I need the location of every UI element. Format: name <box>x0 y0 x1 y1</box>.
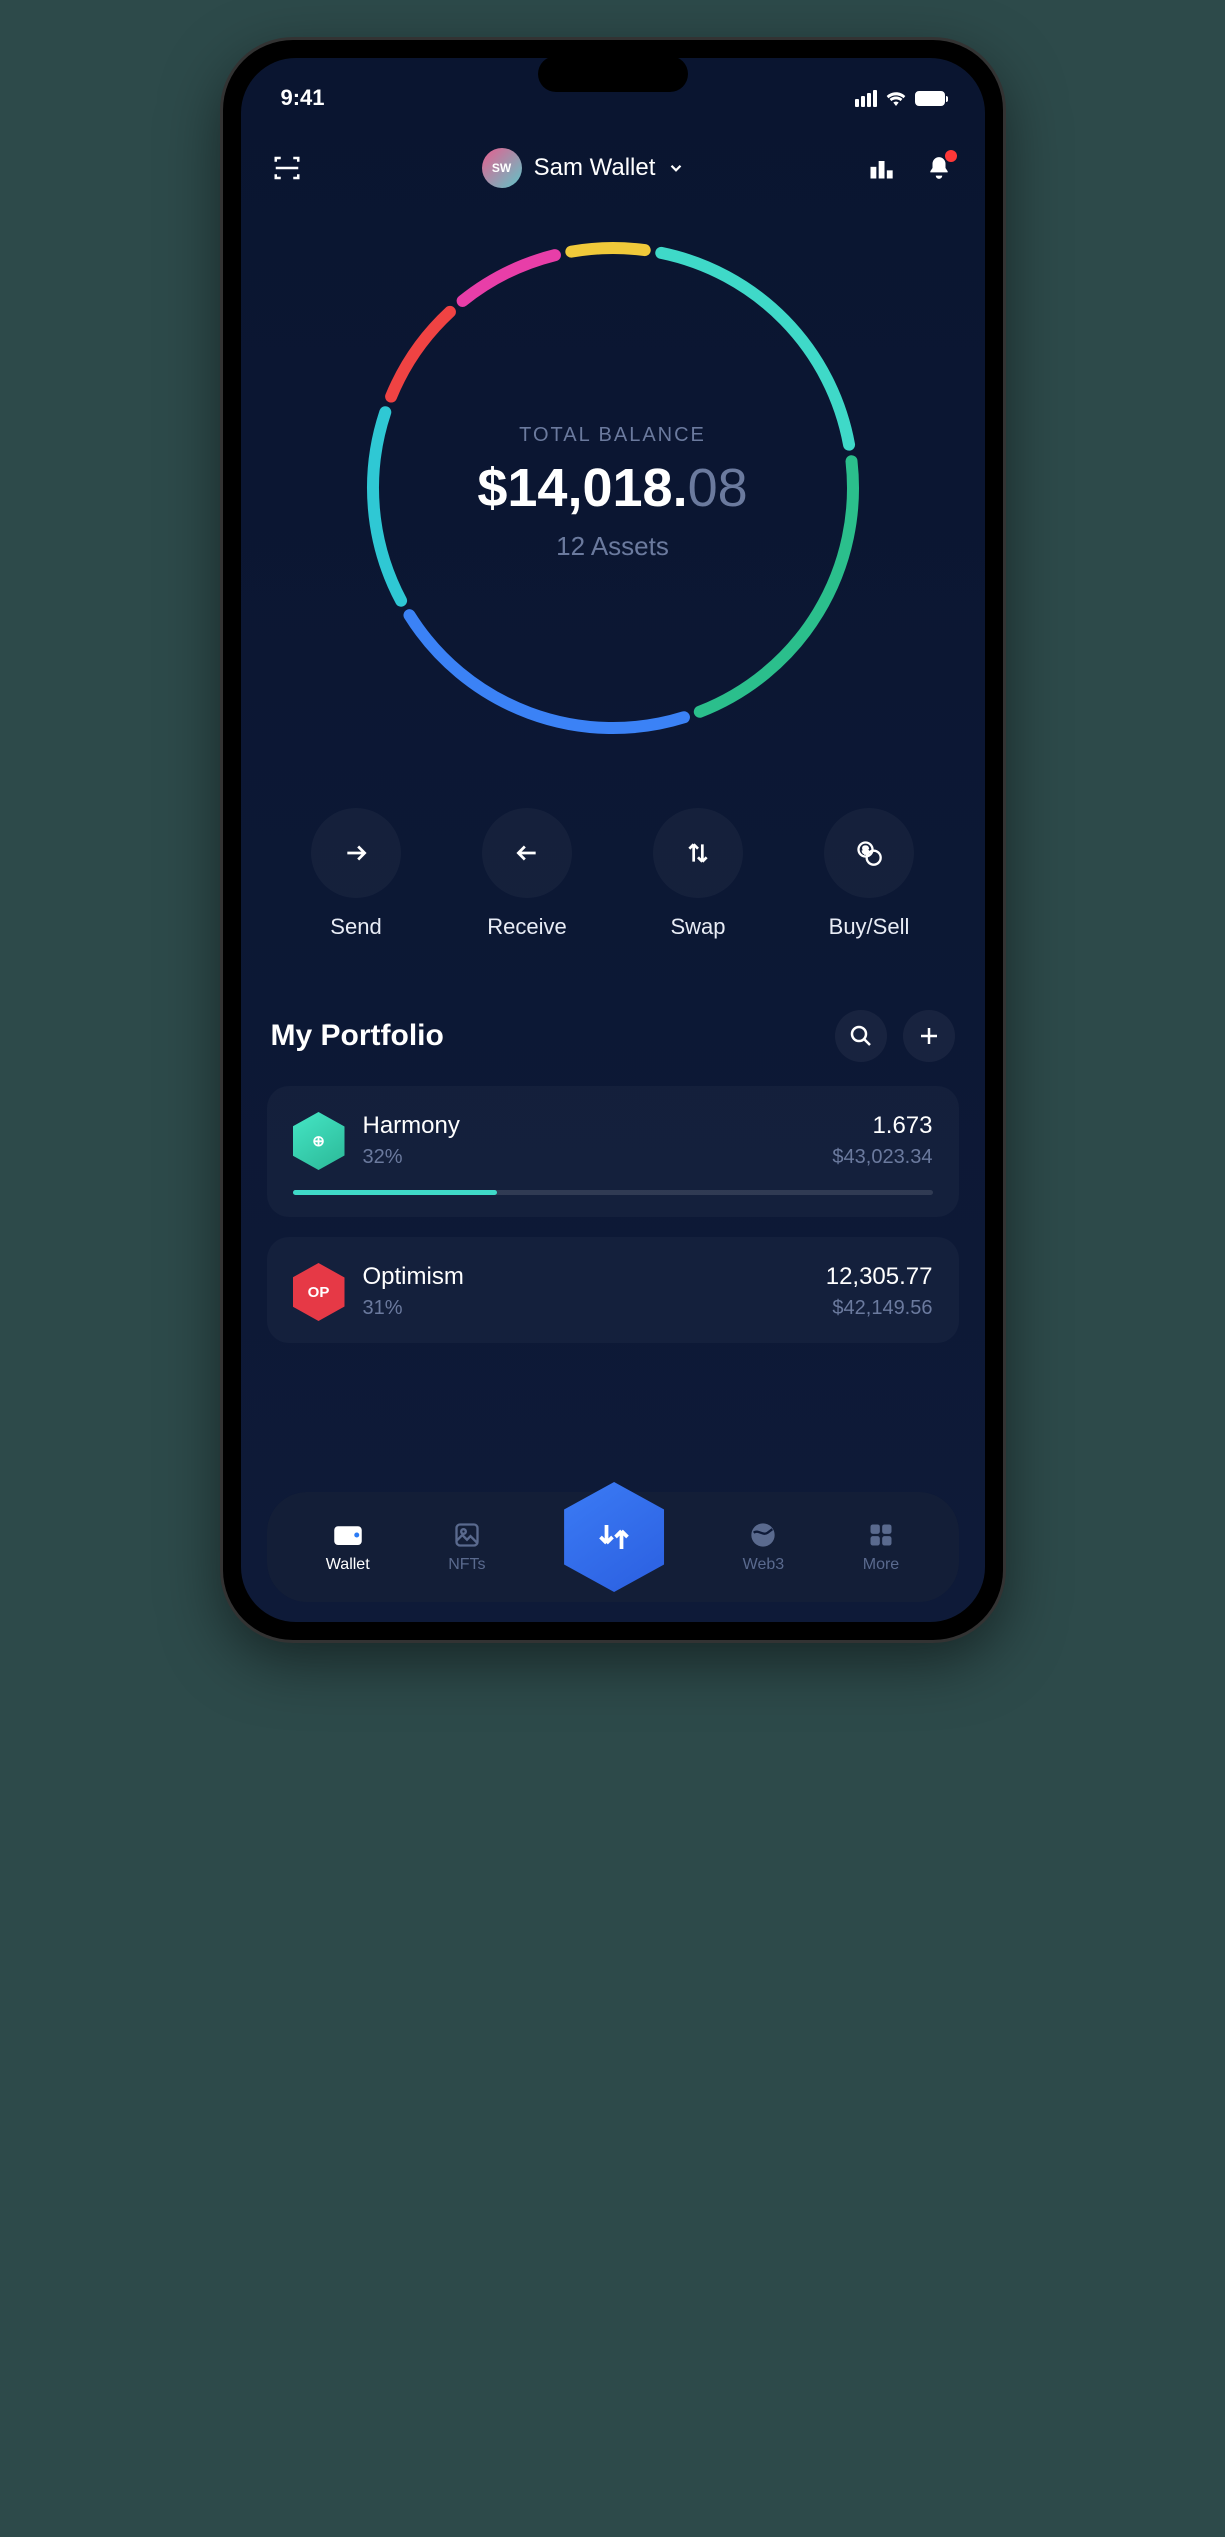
wallet-selector[interactable]: SW Sam Wallet <box>482 148 686 188</box>
portfolio-header: My Portfolio <box>241 980 985 1086</box>
asset-icon: ⊕ <box>293 1112 345 1170</box>
progress-track <box>293 1190 933 1195</box>
ring-segment <box>661 253 849 445</box>
portfolio-title: My Portfolio <box>271 1019 444 1053</box>
tab-label: NFTs <box>448 1556 485 1574</box>
wallet-name: Sam Wallet <box>534 154 656 182</box>
status-time: 9:41 <box>281 85 325 111</box>
asset-icon: OP <box>293 1263 345 1321</box>
buysell-button[interactable]: $ Buy/Sell <box>824 808 914 940</box>
swap-icon <box>596 1519 632 1555</box>
wallet-icon <box>333 1520 363 1550</box>
asset-name: Optimism <box>363 1263 808 1291</box>
swap-fab[interactable] <box>564 1482 664 1592</box>
asset-card[interactable]: ⊕ Harmony 32% 1.673 $43,023.34 <box>267 1086 959 1217</box>
tab-bar: Wallet NFTs Web3 More <box>267 1492 959 1602</box>
asset-pct: 31% <box>363 1297 808 1320</box>
arrow-right-icon <box>311 808 401 898</box>
wifi-icon <box>885 90 907 106</box>
asset-usd: $43,023.34 <box>832 1146 932 1169</box>
tab-wallet[interactable]: Wallet <box>326 1520 370 1574</box>
balance-amount: $14,018.08 <box>477 457 747 519</box>
nfts-icon <box>452 1520 482 1550</box>
svg-text:$: $ <box>863 845 869 855</box>
asset-pct: 32% <box>363 1146 815 1169</box>
chart-icon[interactable] <box>865 152 897 184</box>
ring-segment <box>391 312 450 397</box>
asset-amount: 1.673 <box>832 1112 932 1140</box>
action-label: Buy/Sell <box>829 914 910 940</box>
avatar: SW <box>482 148 522 188</box>
search-button[interactable] <box>835 1010 887 1062</box>
battery-icon <box>915 91 945 106</box>
tab-nfts[interactable]: NFTs <box>448 1520 485 1574</box>
tab-label: More <box>863 1556 899 1574</box>
tab-more[interactable]: More <box>863 1520 899 1574</box>
action-row: Send Receive Swap $ Buy/Sell <box>241 778 985 980</box>
phone-frame: 9:41 SW Sam Wallet <box>223 40 1003 1640</box>
header: SW Sam Wallet <box>241 118 985 208</box>
swap-button[interactable]: Swap <box>653 808 743 940</box>
add-button[interactable] <box>903 1010 955 1062</box>
notifications-icon[interactable] <box>923 152 955 184</box>
ring-segment <box>571 248 644 252</box>
notch <box>538 56 688 92</box>
balance-label: TOTAL BALANCE <box>477 424 747 447</box>
swap-vertical-icon <box>653 808 743 898</box>
asset-card[interactable]: OP Optimism 31% 12,305.77 $42,149.56 <box>267 1237 959 1343</box>
action-label: Receive <box>487 914 566 940</box>
coins-icon: $ <box>824 808 914 898</box>
screen: 9:41 SW Sam Wallet <box>241 58 985 1622</box>
ring-segment <box>409 615 684 728</box>
receive-button[interactable]: Receive <box>482 808 572 940</box>
more-icon <box>866 1520 896 1550</box>
asset-amount: 12,305.77 <box>826 1263 933 1291</box>
search-icon <box>849 1024 873 1048</box>
tab-label: Web3 <box>743 1556 785 1574</box>
status-icons <box>855 90 945 107</box>
arrow-left-icon <box>482 808 572 898</box>
action-label: Send <box>330 914 381 940</box>
asset-name: Harmony <box>363 1112 815 1140</box>
plus-icon <box>917 1024 941 1048</box>
web3-icon <box>748 1520 778 1550</box>
balance-ring: TOTAL BALANCE $14,018.08 12 Assets <box>241 208 985 778</box>
assets-count: 12 Assets <box>477 531 747 562</box>
tab-label: Wallet <box>326 1556 370 1574</box>
ring-segment <box>462 255 554 301</box>
chevron-down-icon <box>667 159 685 177</box>
tab-web3[interactable]: Web3 <box>743 1520 785 1574</box>
signal-icon <box>855 90 877 107</box>
scan-icon[interactable] <box>271 152 303 184</box>
balance-center: TOTAL BALANCE $14,018.08 12 Assets <box>477 424 747 562</box>
asset-usd: $42,149.56 <box>826 1297 933 1320</box>
send-button[interactable]: Send <box>311 808 401 940</box>
action-label: Swap <box>670 914 725 940</box>
progress-fill <box>293 1190 498 1195</box>
ring-segment <box>373 412 401 600</box>
